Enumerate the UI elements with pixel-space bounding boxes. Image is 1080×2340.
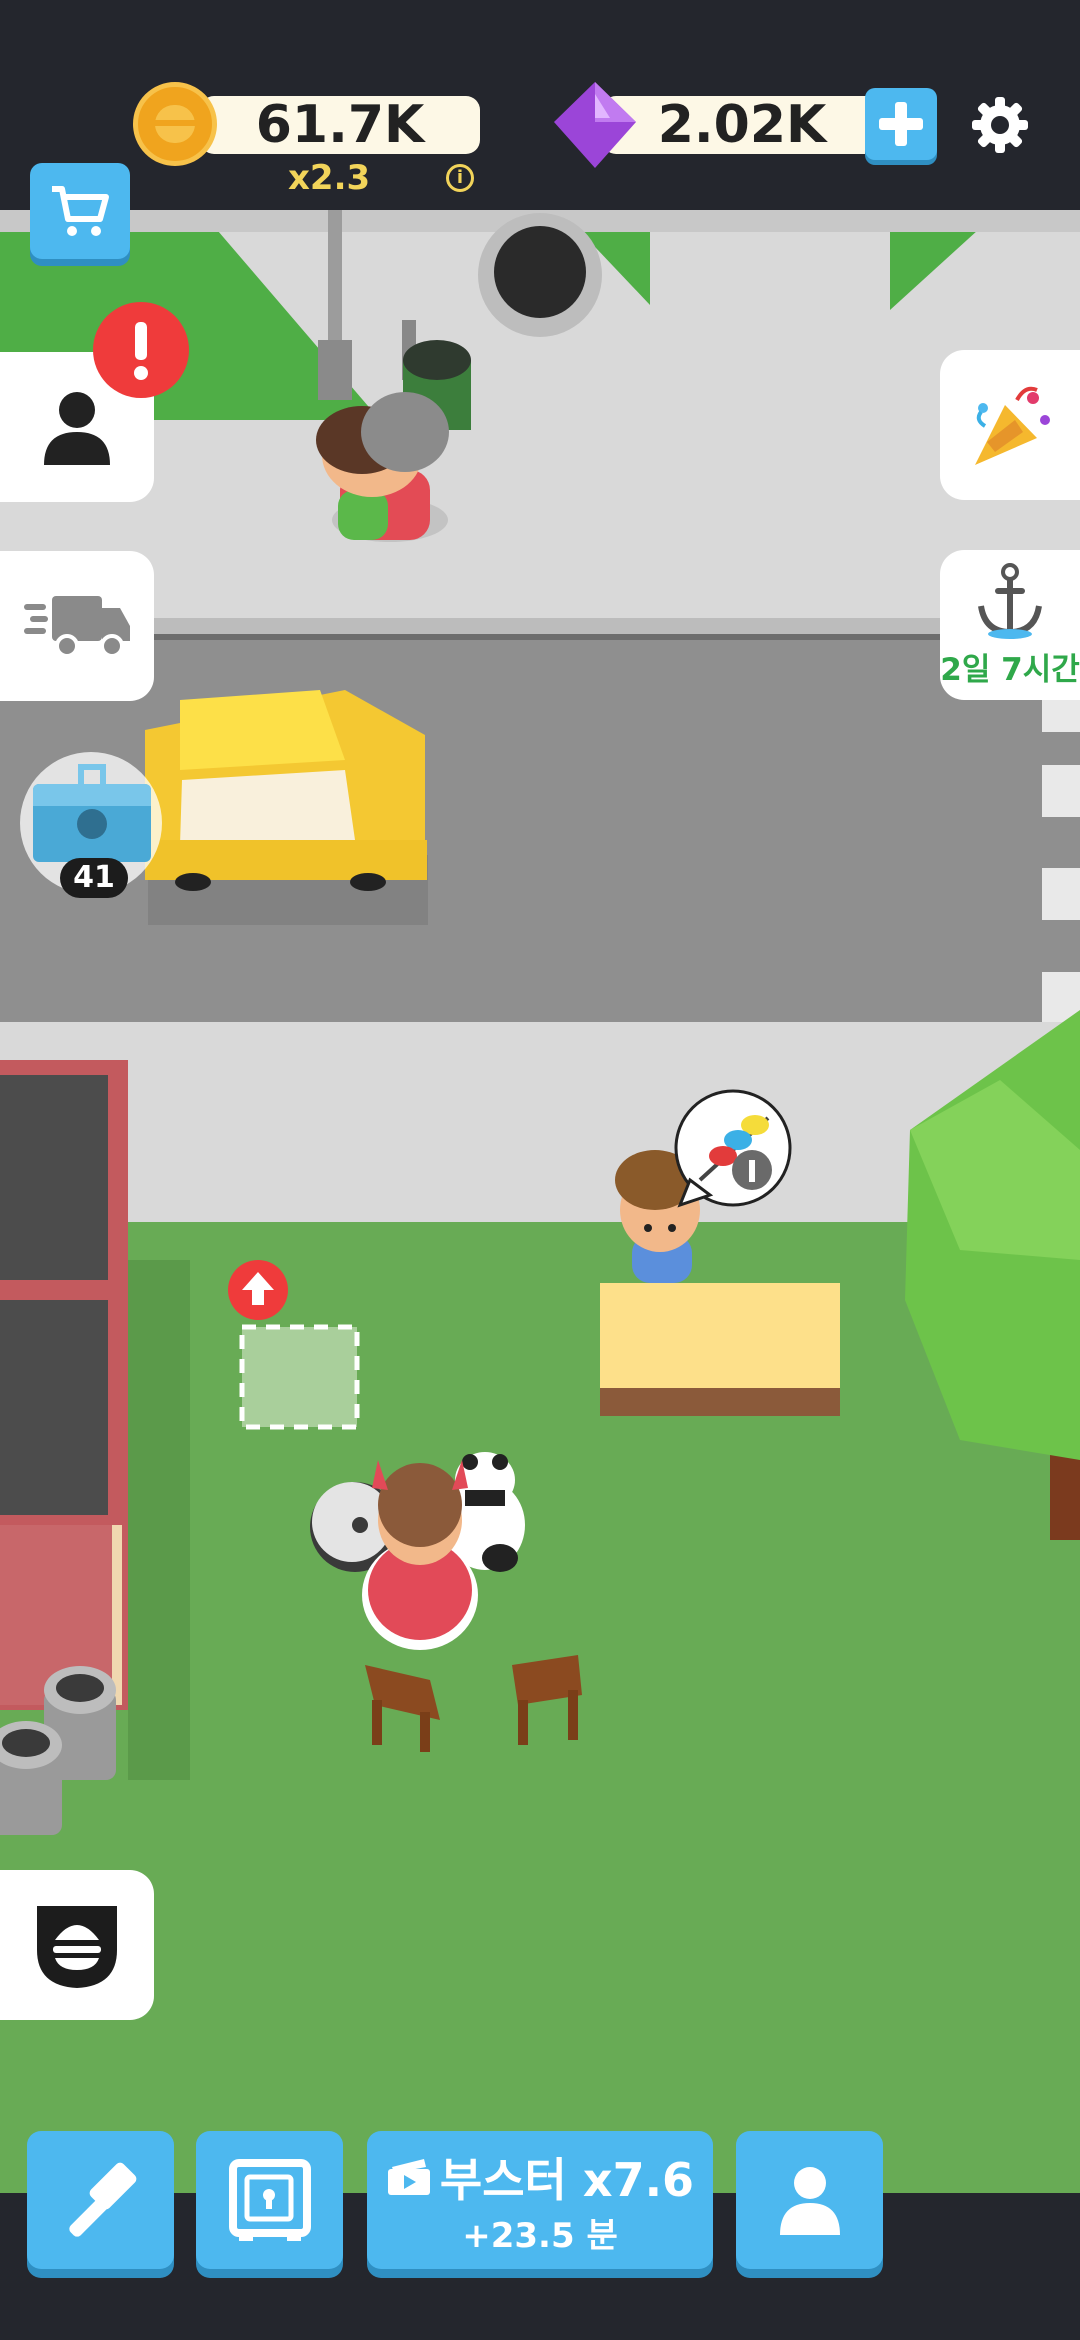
cart-icon (52, 186, 109, 236)
menu-button[interactable] (0, 1870, 154, 2020)
add-gems-button[interactable] (865, 88, 937, 160)
safe-button[interactable] (196, 2131, 343, 2269)
serving-counter[interactable] (600, 1283, 840, 1416)
booster-label: 부스터 x7.6 (439, 2152, 695, 2207)
hammer-icon (68, 2162, 136, 2237)
port-timer: 2일 7시간 (940, 651, 1080, 688)
booster-time: +23.5 분 (462, 2215, 618, 2256)
info-icon[interactable]: i (446, 164, 474, 192)
gear-icon[interactable] (970, 95, 1030, 155)
staff-button[interactable] (736, 2131, 883, 2269)
port-button[interactable]: 2일 7시간 (940, 550, 1080, 700)
yellow-car (145, 690, 428, 925)
anchor-icon (978, 562, 1042, 639)
gift-box-count: 41 (60, 858, 128, 898)
party-popper-icon (975, 386, 1050, 465)
truck-icon (24, 596, 130, 658)
coin-counter: 61.7K (200, 95, 480, 155)
gem-value: 2.02K (657, 95, 827, 155)
gift-box-button[interactable]: 41 (20, 752, 162, 898)
video-ad-icon (387, 2158, 430, 2195)
coin-multiplier: x2.3 (288, 158, 371, 198)
burger-badge-icon (37, 1906, 117, 1988)
gem-counter: 2.02K (602, 95, 882, 155)
booster-button[interactable]: 부스터 x7.6 +23.5 분 (367, 2131, 713, 2269)
coin-value: 61.7K (255, 95, 425, 155)
event-button[interactable] (940, 350, 1080, 500)
order-bubble (674, 1089, 792, 1208)
safe-icon (228, 2159, 311, 2241)
shop-button[interactable] (30, 163, 130, 259)
build-button[interactable] (27, 2131, 174, 2269)
delivery-button[interactable] (0, 551, 154, 701)
exclamation-icon (93, 302, 189, 398)
gem-icon (554, 82, 636, 168)
person-icon (779, 2167, 840, 2235)
game-screen: 61.7K x2.3 i 2.02K 41 2일 7시간 부스터 x7.6 +2… (0, 0, 1080, 2340)
person-icon (44, 391, 110, 465)
coin-icon (133, 82, 217, 166)
